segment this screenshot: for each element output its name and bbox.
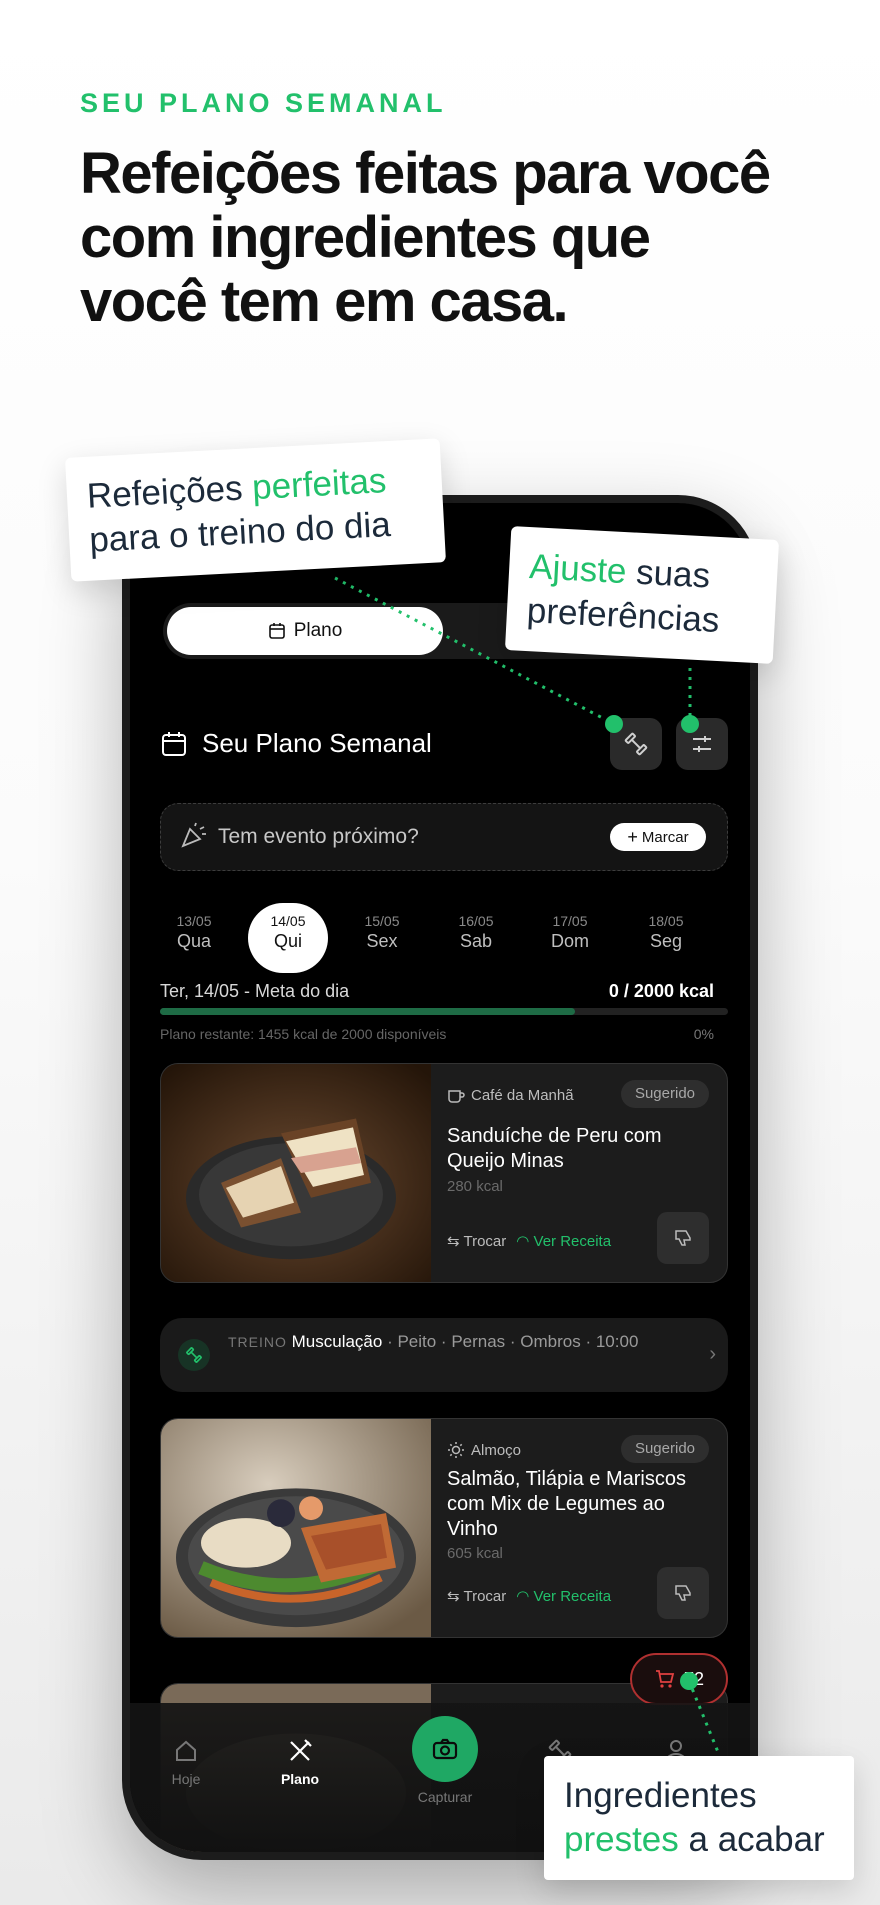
camera-icon (432, 1738, 458, 1760)
capture-label: Capturar (417, 1789, 473, 1805)
event-text: Tem evento próximo? (218, 825, 419, 848)
workout-row[interactable] (160, 1318, 728, 1392)
day-sex[interactable]: 15/05 Sex (342, 903, 422, 973)
goal-kcal: 0 / 2000 kcal (608, 981, 714, 1001)
callout-ingredientes: Ingredientes prestes a acabar (544, 1756, 854, 1880)
workout-details: · Peito · Pernas · Ombros · 10:00 (387, 1332, 639, 1351)
phone-frame: Plano Seu Plano Semanal Tem evento próxi… (122, 495, 758, 1860)
party-popper-icon (181, 822, 206, 848)
thumbs-down-icon (675, 1585, 691, 1601)
callout-highlight: Ajuste (528, 547, 628, 592)
swap-button[interactable]: ⇆ Trocar (447, 1587, 506, 1605)
nav-label: Hoje (171, 1771, 201, 1787)
day-qua[interactable]: 13/05 Qua (154, 903, 234, 973)
day-weekday: Sab (459, 931, 493, 951)
callout-preferencias: Ajuste suas preferências (504, 526, 780, 664)
nav-plano[interactable]: Plano (260, 1735, 340, 1787)
day-date: 16/05 (458, 913, 494, 929)
day-weekday: Sex (366, 931, 398, 951)
callout-text: Refeições (86, 468, 254, 516)
day-weekday: Qui (273, 931, 302, 951)
swap-label: Trocar (463, 1233, 507, 1250)
day-weekday: Qua (176, 931, 212, 951)
headline: Refeições feitas para você com ingredien… (80, 141, 771, 334)
callout-highlight: prestes (564, 1820, 679, 1859)
workout-button[interactable] (610, 718, 662, 770)
mark-label: Marcar (641, 828, 689, 846)
sun-icon (448, 1442, 464, 1458)
workout-text: TREINO Musculação · Peito · Pernas · Omb… (228, 1331, 648, 1353)
cart-count: 72 (683, 1668, 705, 1689)
callout-highlight: perfeitas (251, 461, 388, 508)
tab-plano[interactable]: Plano (167, 607, 443, 655)
calendar-icon (268, 623, 285, 639)
calendar-icon (162, 732, 186, 756)
meal-kcal: 605 kcal (447, 1545, 503, 1562)
recipe-label: Ver Receita (533, 1233, 612, 1250)
capture-button[interactable] (412, 1716, 478, 1782)
recipe-label: Ver Receita (533, 1588, 612, 1605)
day-date: 15/05 (364, 913, 400, 929)
page-title: Seu Plano Semanal (202, 728, 432, 758)
meal-category: Café da Manhã (471, 1086, 574, 1104)
day-qui[interactable]: 14/05 Qui (248, 903, 328, 973)
swap-button[interactable]: ⇆ Trocar (447, 1232, 506, 1250)
dislike-button[interactable] (657, 1212, 709, 1264)
workout-label: TREINO (228, 1334, 287, 1350)
mark-event-button[interactable]: + Marcar (610, 823, 706, 851)
callout-treino: Refeições perfeitas para o treino do dia (65, 438, 446, 582)
callout-text: Ingredientes (564, 1776, 757, 1815)
nav-label: Plano (280, 1771, 320, 1787)
goal-percent: 0% (693, 1026, 714, 1042)
sandwich-photo (161, 1064, 431, 1282)
preferences-button[interactable] (676, 718, 728, 770)
chevron-right-icon: › (709, 1343, 716, 1365)
seafood-photo (161, 1419, 431, 1637)
remaining-text: Plano restante: 1455 kcal de 2000 dispon… (160, 1026, 447, 1042)
chef-hat-icon: ◠ (516, 1588, 530, 1605)
chef-hat-icon: ◠ (516, 1233, 530, 1250)
coffee-cup-icon (448, 1090, 465, 1103)
dumbbell-icon (624, 732, 648, 756)
goal-progress-fill (160, 1008, 575, 1015)
swap-label: Trocar (463, 1588, 507, 1605)
tab-label: Plano (293, 620, 343, 641)
meal-category: Almoço (471, 1441, 522, 1459)
goal-label: Ter, 14/05 - Meta do dia (160, 981, 350, 1001)
meal-kcal: 280 kcal (447, 1178, 503, 1195)
fork-knife-icon (290, 1739, 312, 1761)
view-recipe-button[interactable]: ◠ Ver Receita (516, 1232, 611, 1250)
status-badge: Sugerido (620, 1080, 709, 1108)
workout-type: Musculação (291, 1332, 383, 1351)
day-date: 18/05 (648, 913, 684, 929)
view-recipe-button[interactable]: ◠ Ver Receita (516, 1587, 611, 1605)
meal-name: Salmão, Tilápia e Mariscos com Mix de Le… (447, 1468, 686, 1540)
sliders-icon (693, 736, 711, 752)
meal-card[interactable]: Almoço Sugerido Salmão, Tilápia e Marisc… (160, 1418, 728, 1638)
nav-hoje[interactable]: Hoje (146, 1735, 226, 1787)
plus-icon: + (627, 827, 638, 847)
day-dom[interactable]: 17/05 Dom (530, 903, 610, 973)
callout-text: a acabar (678, 1820, 825, 1859)
day-sab[interactable]: 16/05 Sab (436, 903, 516, 973)
dislike-button[interactable] (657, 1567, 709, 1619)
day-date: 14/05 (270, 913, 306, 929)
app-screen: Plano Seu Plano Semanal Tem evento próxi… (130, 503, 750, 1852)
status-badge: Sugerido (620, 1435, 709, 1463)
day-weekday: Seg (649, 931, 683, 951)
day-date: 17/05 (552, 913, 588, 929)
eyebrow: SEU PLANO SEMANAL (80, 88, 447, 118)
shopping-cart-button[interactable]: 72 (630, 1653, 728, 1705)
day-weekday: Dom (550, 931, 589, 951)
home-icon (176, 1740, 196, 1761)
meal-name: Sanduíche de Peru com Queijo Minas (447, 1125, 662, 1172)
day-date: 13/05 (176, 913, 212, 929)
thumbs-down-icon (675, 1230, 691, 1246)
day-seg[interactable]: 18/05 Seg (626, 903, 706, 973)
meal-card[interactable]: Café da Manhã Sugerido Sanduíche de Peru… (160, 1063, 728, 1283)
dumbbell-icon (178, 1339, 210, 1371)
cart-icon (655, 1670, 675, 1688)
